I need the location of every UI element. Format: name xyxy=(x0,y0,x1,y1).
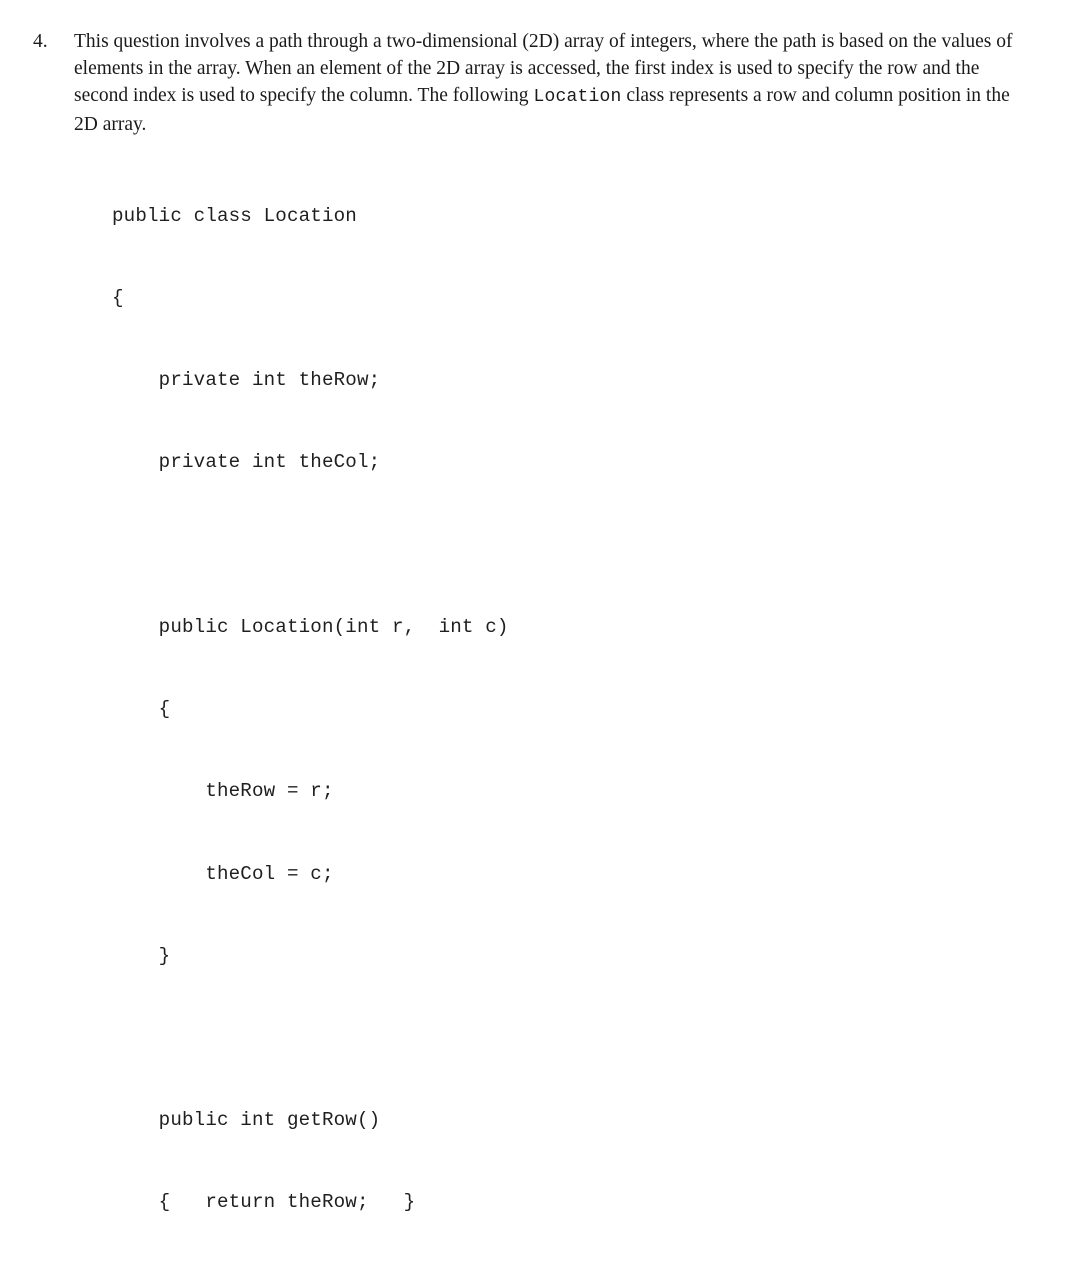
code-line: private int theRow; xyxy=(112,369,381,392)
code-line: { xyxy=(112,287,124,310)
question-paragraph: This question involves a path through a … xyxy=(74,28,1033,138)
code-line: public class Location xyxy=(112,204,357,227)
code-line: private int theCol; xyxy=(112,451,381,474)
code-line: { return theRow; } xyxy=(112,1191,416,1214)
inline-code-location: Location xyxy=(533,87,622,107)
code-line: { xyxy=(112,698,171,721)
code-line: public int getRow() xyxy=(112,1109,381,1132)
document-page: 4. This question involves a path through… xyxy=(0,0,1080,1213)
code-listing: public class Location { private int theR… xyxy=(112,148,509,1268)
code-line: public Location(int r, int c) xyxy=(112,615,509,638)
code-line: } xyxy=(112,944,171,967)
code-line: theRow = r; xyxy=(112,780,334,803)
question-number: 4. xyxy=(33,31,48,52)
code-line: theCol = c; xyxy=(112,862,334,885)
question-item: 4. This question involves a path through… xyxy=(33,28,1033,138)
